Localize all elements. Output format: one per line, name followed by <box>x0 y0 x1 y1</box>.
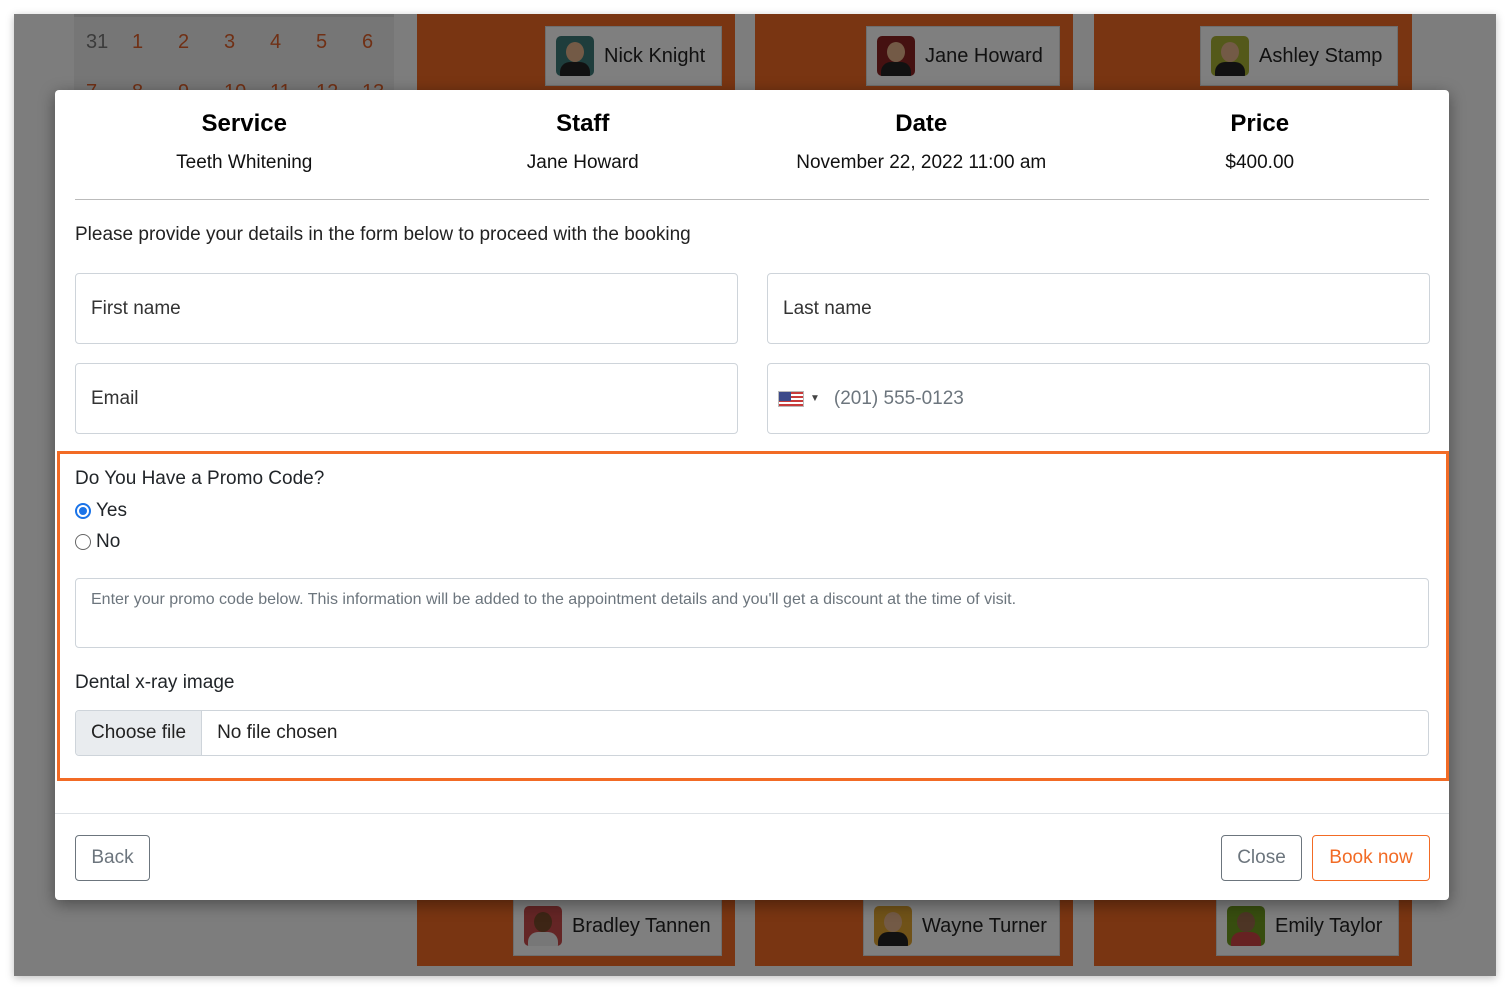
summary-value: Jane Howard <box>526 152 639 173</box>
first-name-placeholder: First name <box>91 297 181 319</box>
promo-option-no[interactable]: No <box>75 531 120 553</box>
summary-label: Staff <box>556 110 610 137</box>
form-intro: Please provide your details in the form … <box>75 224 691 245</box>
promo-code-textarea[interactable]: Enter your promo code below. This inform… <box>75 578 1429 648</box>
browser-window: 31 1 2 3 4 5 6 7 8 9 10 11 12 13 Nick Kn <box>14 14 1496 976</box>
summary-date: Date November 22, 2022 11:00 am <box>752 108 1091 199</box>
radio-yes[interactable] <box>75 503 91 519</box>
summary-staff: Staff Jane Howard <box>414 108 753 199</box>
summary-label: Service <box>201 110 287 137</box>
country-dropdown-caret-icon[interactable]: ▼ <box>810 393 820 404</box>
promo-option-yes[interactable]: Yes <box>75 500 127 522</box>
footer-divider <box>55 813 1449 814</box>
summary-value: Teeth Whitening <box>176 152 313 173</box>
xray-label: Dental x-ray image <box>75 672 235 693</box>
summary-price: Price $400.00 <box>1091 108 1430 199</box>
phone-input[interactable]: ▼ (201) 555-0123 <box>767 363 1430 434</box>
first-name-input[interactable]: First name <box>75 273 738 344</box>
email-placeholder: Email <box>91 387 139 409</box>
xray-file-input[interactable]: Choose file No file chosen <box>75 710 1429 756</box>
email-input[interactable]: Email <box>75 363 738 434</box>
summary-value: November 22, 2022 11:00 am <box>796 152 1047 173</box>
summary-value: $400.00 <box>1225 152 1295 173</box>
booking-summary: Service Teeth Whitening Staff Jane Howar… <box>75 108 1429 200</box>
choose-file-button[interactable]: Choose file <box>76 711 203 755</box>
radio-label: Yes <box>96 500 127 521</box>
last-name-input[interactable]: Last name <box>767 273 1430 344</box>
us-flag-icon[interactable] <box>778 390 804 407</box>
summary-service: Service Teeth Whitening <box>75 108 414 199</box>
summary-label: Date <box>895 110 948 137</box>
radio-label: No <box>96 531 121 552</box>
promo-question: Do You Have a Promo Code? <box>75 468 325 489</box>
phone-placeholder: (201) 555-0123 <box>833 387 964 409</box>
close-button[interactable]: Close <box>1221 835 1302 881</box>
last-name-placeholder: Last name <box>783 297 872 319</box>
radio-no[interactable] <box>75 534 91 550</box>
promo-code-placeholder: Enter your promo code below. This inform… <box>91 591 1017 608</box>
summary-label: Price <box>1230 110 1290 137</box>
back-button[interactable]: Back <box>75 835 150 881</box>
booking-modal: Service Teeth Whitening Staff Jane Howar… <box>55 90 1449 900</box>
book-now-button[interactable]: Book now <box>1312 835 1430 881</box>
file-status: No file chosen <box>217 722 338 743</box>
